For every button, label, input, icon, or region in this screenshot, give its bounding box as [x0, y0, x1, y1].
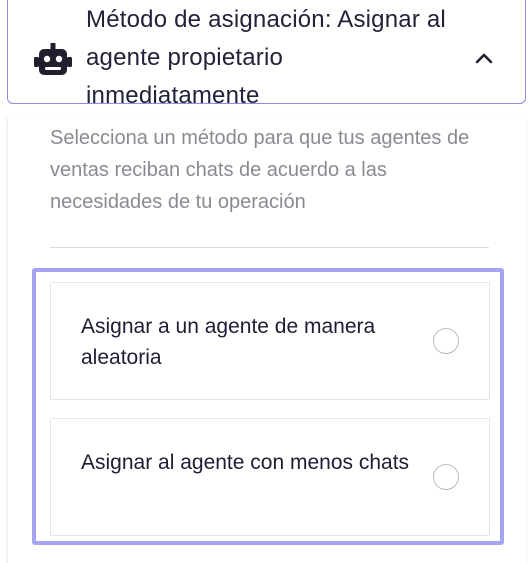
- assignment-method-dropdown[interactable]: Método de asignación: Asignar al agente …: [7, 0, 526, 109]
- option-random-agent[interactable]: Asignar a un agente de manera aleatoria: [50, 282, 490, 400]
- options-group: Asignar a un agente de manera aleatoria …: [32, 268, 504, 545]
- option-label: Asignar a un agente de manera aleatoria: [81, 315, 376, 369]
- panel-description: Selecciona un método para que tus agente…: [50, 127, 470, 213]
- option-least-chats-agent[interactable]: Asignar al agente con menos chats: [50, 418, 490, 536]
- dropdown-title: Método de asignación: Asignar al agente …: [86, 6, 446, 109]
- assignment-options-panel: Selecciona un método para que tus agente…: [7, 118, 526, 563]
- robot-icon: [34, 43, 72, 75]
- divider: [50, 247, 489, 248]
- radio-button[interactable]: [433, 464, 459, 490]
- option-label: Asignar al agente con menos chats: [81, 451, 410, 474]
- chevron-up-icon[interactable]: [473, 47, 495, 69]
- radio-button[interactable]: [433, 328, 459, 354]
